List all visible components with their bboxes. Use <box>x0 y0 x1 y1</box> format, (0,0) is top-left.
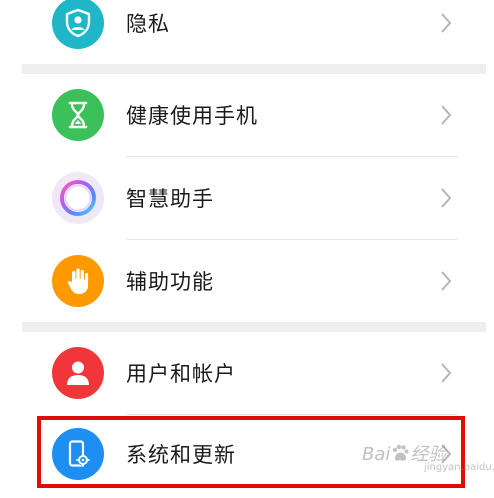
hand-icon <box>52 255 104 307</box>
settings-screen: 隐私 健康使用手机 智慧助手 辅助功能 用户和帐户 系统和更新 Bai 经验 j… <box>0 0 494 498</box>
privacy-shield-icon <box>52 0 104 49</box>
section-divider <box>22 64 486 74</box>
section-divider <box>22 322 486 332</box>
user-icon <box>52 347 104 399</box>
smart-assistant-ring-icon <box>52 172 104 224</box>
chevron-right-icon <box>441 188 452 208</box>
settings-item-label: 辅助功能 <box>126 270 214 294</box>
settings-item-accessibility[interactable]: 辅助功能 <box>0 240 494 322</box>
settings-item-label: 隐私 <box>126 12 170 36</box>
settings-item-users-accounts[interactable]: 用户和帐户 <box>0 332 494 414</box>
chevron-right-icon <box>441 13 452 33</box>
chevron-right-icon <box>441 105 452 125</box>
chevron-right-icon <box>441 363 452 383</box>
hourglass-icon <box>52 89 104 141</box>
chevron-right-icon <box>441 271 452 291</box>
settings-item-label: 智慧助手 <box>126 187 214 211</box>
settings-item-label: 健康使用手机 <box>126 104 258 128</box>
settings-item-label: 用户和帐户 <box>126 362 236 386</box>
settings-item-privacy[interactable]: 隐私 <box>0 0 494 64</box>
highlight-box <box>37 416 465 488</box>
settings-item-digital-balance[interactable]: 健康使用手机 <box>0 74 494 156</box>
settings-item-smart-assistant[interactable]: 智慧助手 <box>0 157 494 239</box>
